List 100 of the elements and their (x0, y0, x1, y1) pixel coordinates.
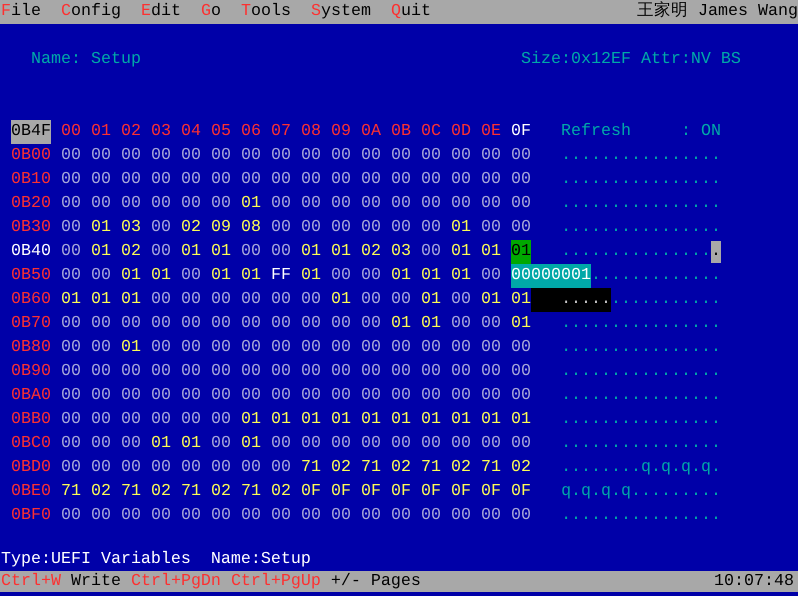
hex-byte: 00 (61, 217, 81, 239)
hex-byte: 01 (481, 289, 501, 311)
hex-byte: 00 (481, 145, 501, 167)
hex-byte: 00 (61, 409, 81, 431)
ascii-text: ................ (561, 409, 721, 431)
menu-item[interactable]: Edit (140, 0, 181, 24)
menu-item[interactable]: Quit (390, 0, 431, 24)
hex-byte: 00 (301, 361, 321, 383)
hex-byte: 01 (241, 193, 261, 215)
hex-byte: 00 (421, 169, 441, 191)
hex-byte: 00 (361, 145, 381, 167)
hex-byte: 00 (451, 289, 471, 311)
hex-byte: 01 (301, 409, 321, 431)
ascii-text: ................ (561, 193, 721, 215)
hex-byte: 00 (121, 145, 141, 167)
hex-byte: 00 (91, 505, 111, 527)
hex-byte: 00 (511, 145, 531, 167)
hex-byte: 01 (211, 241, 231, 263)
hex-byte: 00 (451, 169, 471, 191)
hex-byte: 71 (241, 481, 261, 503)
hex-byte: 01 (211, 265, 231, 287)
hex-byte: 00 (421, 193, 441, 215)
hex-byte: 00 (151, 289, 171, 311)
hex-byte: 01 (391, 313, 411, 335)
hex-byte: 00 (151, 217, 171, 239)
hex-byte: 00 (271, 289, 291, 311)
offset-indicator: 0B4F (11, 120, 51, 144)
menu-item[interactable]: Tools (240, 0, 291, 24)
hex-byte: 00 (331, 169, 351, 191)
hex-byte: 00 (451, 337, 471, 359)
row-offset: 0BE0 (11, 481, 51, 503)
hex-byte: 01 (91, 289, 111, 311)
shortcut-key: Ctrl+PgUp (230, 570, 321, 594)
hex-byte: 00 (151, 505, 171, 527)
row-offset: 0BF0 (11, 505, 51, 527)
ascii-text: ................ (561, 385, 721, 407)
column-header: 0F (511, 121, 531, 143)
hex-byte: 00 (391, 193, 411, 215)
ascii-text: ................ (561, 361, 721, 383)
hex-byte: 00 (331, 361, 351, 383)
hex-byte: 00 (211, 169, 231, 191)
row-offset: 0B10 (11, 169, 51, 191)
hex-byte: 00 (271, 385, 291, 407)
ascii-text: ................ (561, 217, 721, 239)
hex-byte: 00 (61, 385, 81, 407)
hex-byte: 00 (391, 145, 411, 167)
hex-byte: 00 (91, 337, 111, 359)
hex-byte: 01 (241, 265, 261, 287)
hex-byte: 00 (361, 505, 381, 527)
hex-byte: 00 (331, 193, 351, 215)
hex-byte: 01 (181, 433, 201, 455)
hex-byte: 00 (121, 361, 141, 383)
hex-byte: 00 (151, 313, 171, 335)
hex-byte: 01 (391, 265, 411, 287)
hex-byte: 00 (181, 337, 201, 359)
hex-byte: 00 (361, 433, 381, 455)
shortcut-label: +/- Pages (330, 570, 421, 592)
hex-byte: 00 (451, 145, 471, 167)
column-header: 0A (361, 121, 381, 143)
hex-byte: 01 (331, 409, 351, 431)
menu-item[interactable]: System (310, 0, 371, 24)
hex-byte: 00 (151, 385, 171, 407)
refresh-label: Refresh (561, 121, 632, 143)
hex-byte: 00 (211, 385, 231, 407)
hex-byte: 00 (91, 457, 111, 479)
hex-byte: 00 (151, 457, 171, 479)
hex-byte: 00 (241, 361, 261, 383)
hex-byte: 00 (481, 193, 501, 215)
hex-byte: 00 (331, 433, 351, 455)
menu-item[interactable]: Config (61, 0, 121, 24)
hex-byte: 00 (211, 409, 231, 431)
hex-byte: 00 (331, 265, 351, 287)
column-header: 07 (271, 121, 291, 143)
hex-byte: FF (271, 265, 291, 287)
row-offset: 0B40 (11, 241, 51, 263)
hex-byte: 0F (301, 481, 321, 503)
menu-item[interactable]: Go (200, 0, 221, 24)
hex-byte: 0F (331, 481, 351, 503)
hex-byte: 01 (121, 289, 141, 311)
hex-byte: 08 (241, 217, 261, 239)
row-offset: 0BB0 (11, 409, 51, 431)
hex-byte: 00 (271, 505, 291, 527)
hex-byte: 00 (421, 361, 441, 383)
column-header: 00 (61, 121, 81, 143)
hex-byte: 01 (421, 313, 441, 335)
ascii-text: ................ (561, 337, 721, 359)
hex-byte: 00 (61, 193, 81, 215)
row-offset: 0BD0 (11, 457, 51, 479)
cursor-byte[interactable]: 01 (511, 240, 531, 264)
hex-byte: 00 (361, 313, 381, 335)
hex-byte: 00 (241, 337, 261, 359)
hex-byte: 00 (271, 145, 291, 167)
hex-byte: 00 (391, 385, 411, 407)
row-offset: 0B30 (11, 217, 51, 239)
hex-byte: 00 (151, 361, 171, 383)
status-line: Type:UEFI Variables Name:Setup (1, 550, 311, 569)
menu-item[interactable]: File (1, 0, 41, 24)
hex-byte: 00 (391, 217, 411, 239)
hex-byte: 00 (331, 505, 351, 527)
hex-byte: 00 (121, 505, 141, 527)
